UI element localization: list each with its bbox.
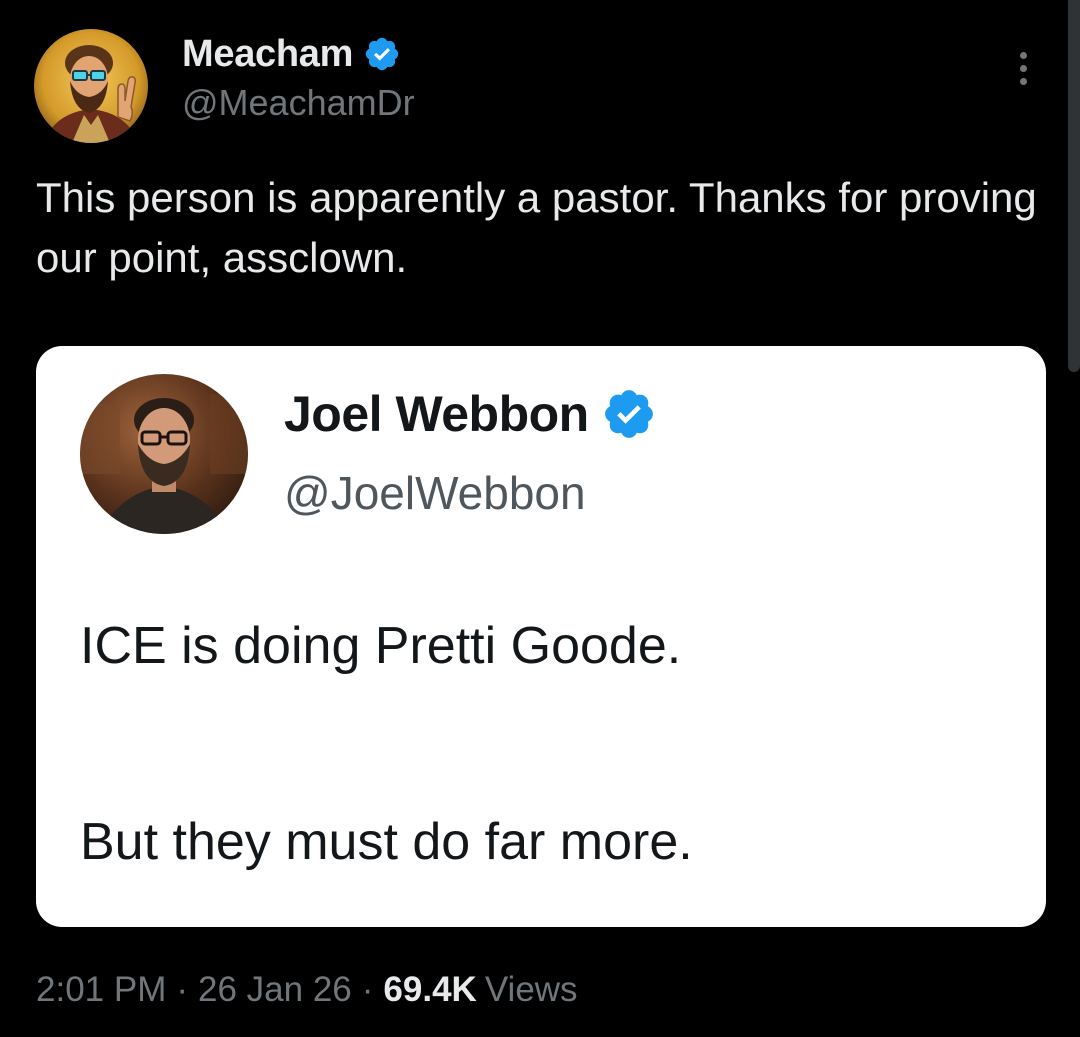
tweet-meta: 2:01 PM · 26 Jan 26 · 69.4K Views [36, 970, 578, 1010]
more-dot [1019, 64, 1027, 72]
more-options-icon[interactable] [1005, 48, 1041, 88]
scrollbar[interactable] [1068, 0, 1080, 372]
more-dot [1019, 77, 1027, 85]
author-handle[interactable]: @MeachamDr [182, 82, 415, 124]
meta-separator: · [176, 970, 189, 1009]
quoted-author-avatar [80, 374, 248, 534]
verified-badge-icon [604, 390, 653, 438]
author-name-row[interactable]: Meacham [182, 30, 401, 78]
more-dot [1019, 51, 1027, 59]
quoted-text-line2: But they must do far more. [80, 813, 693, 871]
quoted-author-handle: @JoelWebbon [284, 467, 586, 519]
tweet-date[interactable]: 26 Jan 26 [198, 970, 352, 1010]
quoted-name-row: Joel Webbon [284, 384, 657, 444]
views-count[interactable]: 69.4K [383, 970, 476, 1010]
quoted-avatar-image [80, 374, 248, 534]
tweet-text: This person is apparently a pastor. Than… [36, 174, 1037, 281]
views-label[interactable]: Views [485, 970, 578, 1010]
author-avatar-image [34, 29, 148, 143]
tweet-time[interactable]: 2:01 PM [36, 970, 166, 1010]
quoted-author-name: Joel Webbon [284, 386, 589, 442]
author-avatar[interactable] [34, 29, 148, 143]
author-name[interactable]: Meacham [182, 33, 353, 76]
quoted-text-line1: ICE is doing Pretti Goode. [80, 617, 682, 675]
verified-badge-icon [365, 37, 399, 71]
meta-separator: · [361, 970, 374, 1009]
quoted-tweet-image[interactable]: Joel Webbon @JoelWebbon ICE is doing Pre… [36, 346, 1046, 927]
